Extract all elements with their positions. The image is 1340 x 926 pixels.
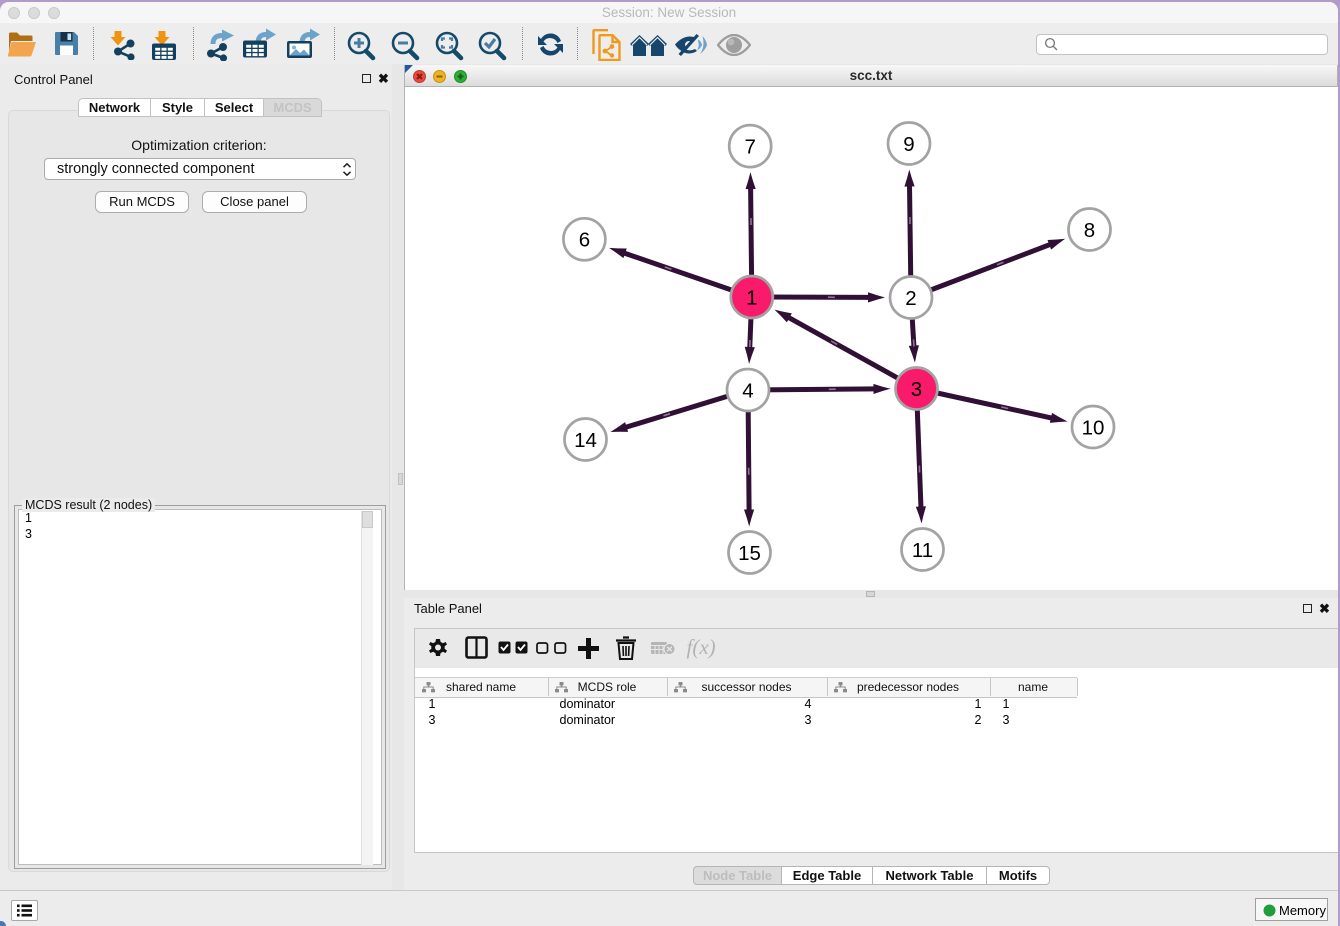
svg-text:3: 3 [911, 378, 922, 401]
svg-text:2: 2 [905, 287, 916, 310]
svg-text:14: 14 [574, 429, 597, 452]
svg-text:4: 4 [742, 379, 753, 402]
svg-text:9: 9 [903, 133, 914, 156]
svg-text:6: 6 [579, 229, 590, 252]
svg-text:8: 8 [1084, 219, 1095, 242]
svg-text:7: 7 [744, 136, 755, 159]
svg-text:15: 15 [738, 542, 761, 565]
svg-text:1: 1 [746, 286, 757, 309]
svg-text:11: 11 [912, 539, 933, 562]
svg-text:10: 10 [1082, 416, 1105, 439]
